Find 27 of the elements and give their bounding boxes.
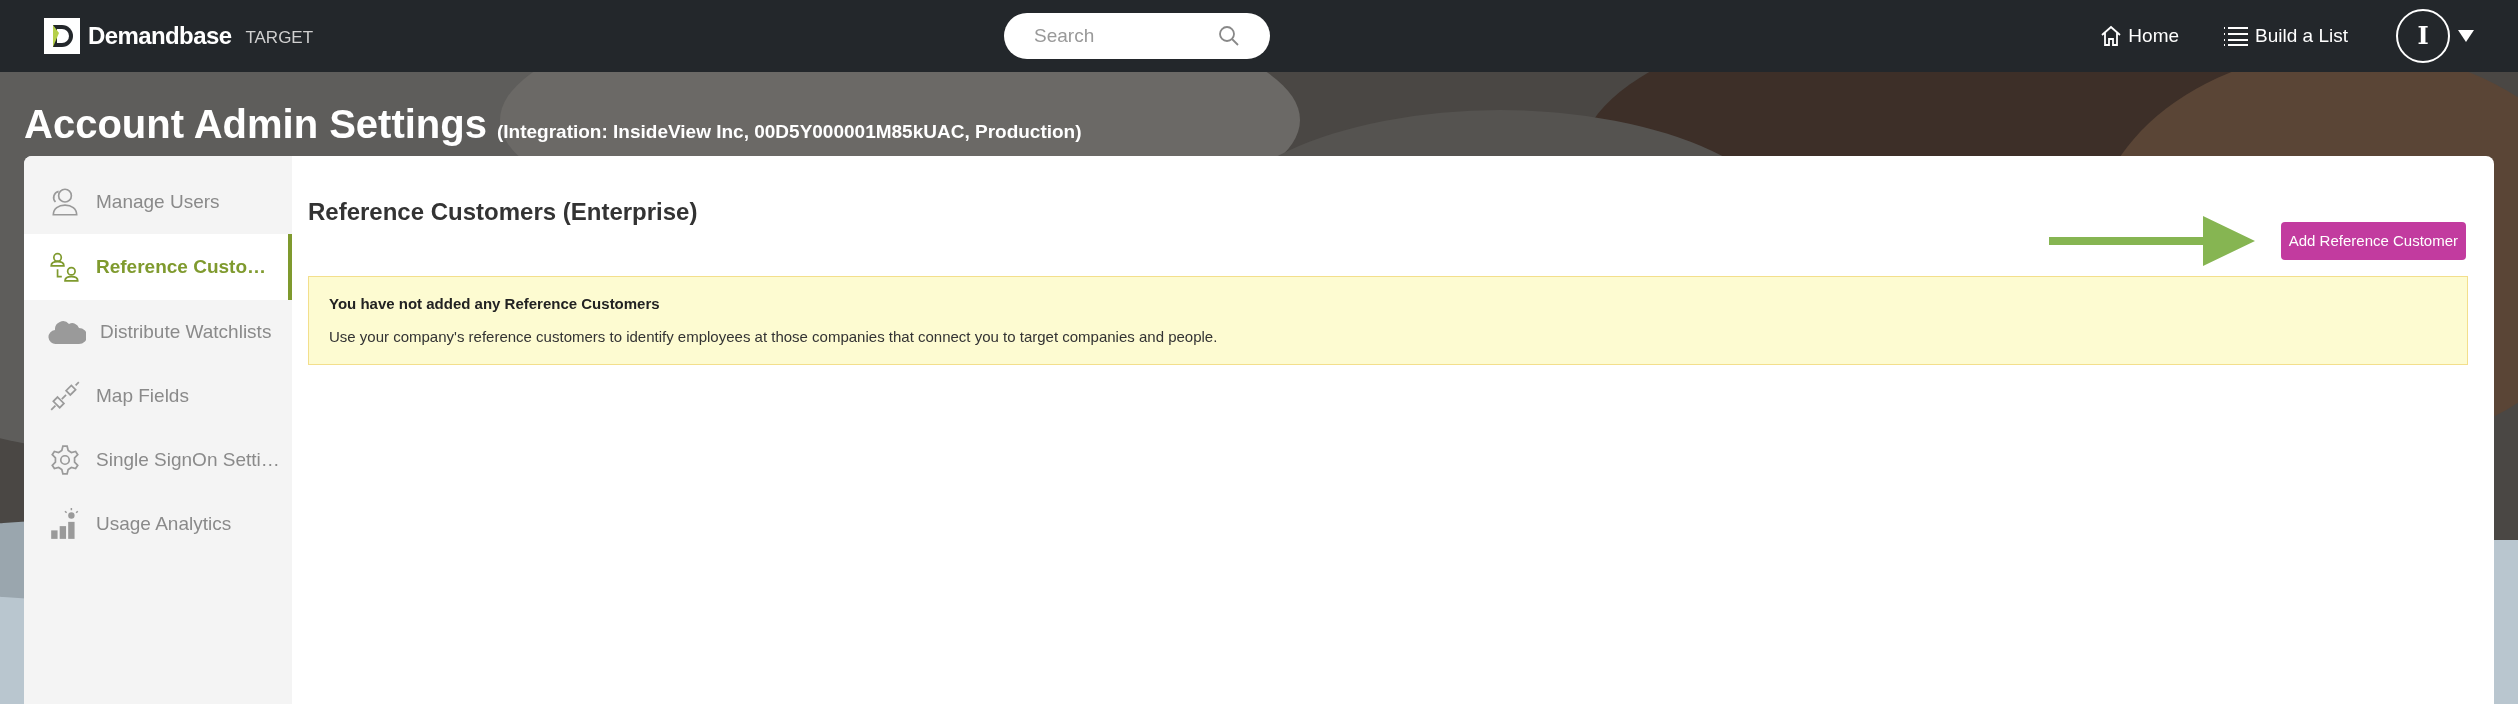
page-title: Account Admin Settings (24, 101, 487, 148)
logo-icon (44, 18, 80, 54)
sidebar-item[interactable]: Distribute Watchlists (24, 300, 292, 364)
add-button[interactable]: Add Reference Customer (2280, 222, 2466, 260)
avatar-button[interactable]: I (2396, 9, 2450, 63)
list-icon (2223, 26, 2250, 46)
plug-icon (48, 379, 82, 413)
page-subtitle: (Integration: InsideView Inc, 00D5Y000001M85kUAC, Production) (496, 120, 1082, 144)
section-heading: Reference Customers (Enterprise) (308, 197, 699, 227)
caret-icon[interactable] (2458, 30, 2474, 42)
sidebar-item[interactable]: Single SignOn Setti… (24, 428, 292, 492)
nav-link[interactable]: Home (2100, 21, 2180, 51)
cloud-icon (48, 318, 86, 346)
notice-title: You have not added any Reference Customers (329, 294, 661, 314)
search-icon (1218, 25, 1240, 47)
sidebar-item[interactable]: Map Fields (24, 364, 292, 428)
sidebar-item[interactable]: Reference Custo… (24, 234, 292, 300)
product-label: TARGET (245, 27, 314, 50)
sidebar-item[interactable]: Manage Users (24, 170, 292, 234)
sidebar-item[interactable]: Usage Analytics (24, 492, 292, 556)
logo-text: Demandbase (88, 21, 232, 51)
users-icon (48, 250, 82, 284)
home-icon (2100, 25, 2123, 47)
search-field[interactable]: Search (1004, 13, 1270, 59)
settings-icon (48, 443, 82, 477)
nav-link[interactable]: Build a List (2223, 21, 2348, 51)
notice-text: Use your company's reference customers to identify employees at those companies that connect you to target companies and people. (329, 326, 1219, 347)
